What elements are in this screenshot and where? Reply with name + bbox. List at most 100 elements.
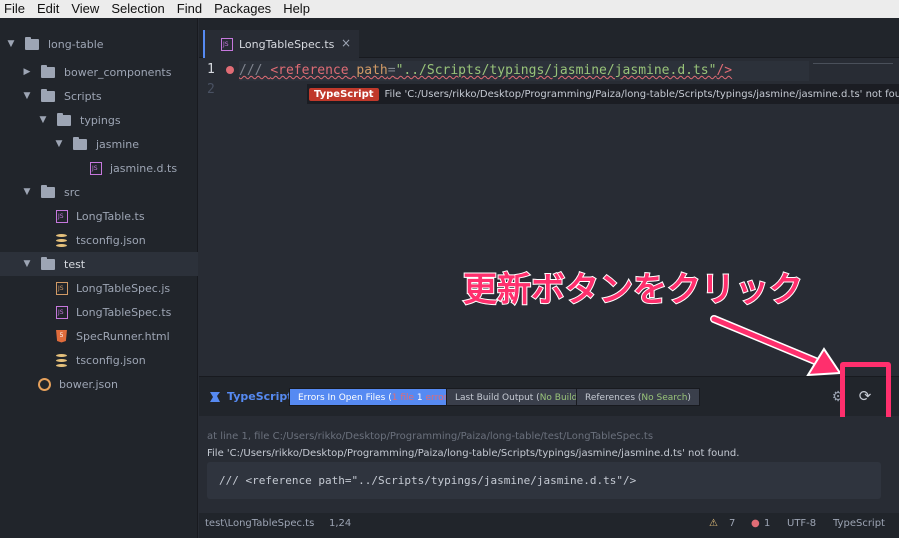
- folder-icon: [57, 112, 71, 126]
- tree-item-label: src: [64, 185, 81, 199]
- tab-longtablespec[interactable]: JS LongTableSpec.ts ×: [203, 30, 359, 58]
- tree-item-longtablespec-ts[interactable]: JS LongTableSpec.ts: [0, 300, 198, 324]
- database-icon: [56, 353, 67, 367]
- error-message: File 'C:/Users/rikko/Desktop/Programming…: [207, 448, 740, 459]
- status-error-count[interactable]: 1: [764, 518, 770, 529]
- panel-title-text: TypeScript: [227, 390, 293, 403]
- code-token: />: [716, 63, 733, 78]
- menu-edit[interactable]: Edit: [37, 0, 59, 18]
- line-number: 1: [207, 62, 215, 77]
- menu-bar: File Edit View Selection Find Packages H…: [0, 0, 899, 18]
- warning-icon[interactable]: ⚠: [709, 518, 718, 529]
- button-label: file: [397, 393, 417, 403]
- status-warning-count[interactable]: 7: [729, 518, 735, 529]
- button-label: References (: [585, 393, 642, 403]
- tree-item-label: LongTableSpec.ts: [76, 305, 172, 319]
- annotation-caption: 更新ボタンをクリック: [462, 269, 804, 311]
- typescript-panel-body: at line 1, file C:/Users/rikko/Desktop/P…: [199, 417, 899, 513]
- tree-item-test[interactable]: ▼ test: [0, 252, 198, 276]
- menu-view[interactable]: View: [71, 0, 99, 18]
- tree-item-jasmine-d-ts[interactable]: JS jasmine.d.ts: [0, 156, 198, 180]
- tree-root-label: long-table: [48, 37, 104, 51]
- folder-icon: [41, 64, 55, 78]
- code-token: <reference: [270, 63, 349, 78]
- chevron-down-icon: ▼: [55, 139, 63, 149]
- tree-item-label: tsconfig.json: [76, 353, 146, 367]
- status-bar: test\LongTableSpec.ts 1,24 ⚠ 7 ● 1 UTF-8…: [199, 513, 899, 538]
- status-encoding[interactable]: UTF-8: [787, 518, 816, 529]
- status-grammar[interactable]: TypeScript: [833, 518, 885, 529]
- close-icon[interactable]: ×: [341, 36, 351, 50]
- tree-item-src[interactable]: ▼ src: [0, 180, 198, 204]
- error-tooltip: TypeScript File 'C:/Users/rikko/Desktop/…: [307, 84, 899, 104]
- code-token: ///: [239, 63, 271, 78]
- tooltip-badge: TypeScript: [309, 87, 379, 101]
- chevron-down-icon: ▼: [23, 91, 31, 101]
- typescript-file-icon: JS: [221, 37, 233, 51]
- wrap-guide: [813, 63, 893, 81]
- tree-item-tsconfig-test[interactable]: tsconfig.json: [0, 348, 198, 372]
- typescript-file-icon: JS: [56, 209, 68, 223]
- tree-root[interactable]: ▼ long-table: [0, 32, 198, 56]
- typescript-file-icon: JS: [56, 305, 68, 319]
- tree-view: ▼ long-table ▶ bower_components ▼ Script…: [0, 18, 198, 538]
- typescript-panel-header: TypeScript Errors In Open Files (1 file …: [199, 376, 899, 416]
- code-token: "../Scripts/typings/jasmine/jasmine.d.ts…: [395, 63, 717, 78]
- menu-find[interactable]: Find: [177, 0, 202, 18]
- database-icon: [56, 233, 67, 247]
- tree-item-bower-components[interactable]: ▶ bower_components: [0, 60, 198, 84]
- errors-in-open-files-button[interactable]: Errors In Open Files (1 file 1 error): [289, 388, 460, 406]
- menu-help[interactable]: Help: [283, 0, 310, 18]
- tab-label: LongTableSpec.ts: [239, 37, 335, 51]
- tree-item-label: jasmine: [96, 137, 140, 151]
- tree-item-jasmine[interactable]: ▼ jasmine: [0, 132, 198, 156]
- tree-item-tsconfig-src[interactable]: tsconfig.json: [0, 228, 198, 252]
- folder-icon: [25, 36, 39, 50]
- tree-item-label: bower_components: [64, 65, 172, 79]
- chevron-down-icon: ▼: [7, 39, 15, 49]
- folder-icon: [41, 184, 55, 198]
- button-label: Last Build Output (: [455, 393, 540, 403]
- folder-icon: [41, 256, 55, 270]
- menu-packages[interactable]: Packages: [214, 0, 271, 18]
- tree-item-label: LongTableSpec.js: [76, 281, 171, 295]
- references-button[interactable]: References (No Search): [576, 388, 700, 406]
- chevron-right-icon: ▶: [23, 67, 31, 77]
- tree-item-scripts[interactable]: ▼ Scripts: [0, 84, 198, 108]
- tree-item-specrunner-html[interactable]: 5 SpecRunner.html: [0, 324, 198, 348]
- tab-bar: JS LongTableSpec.ts ×: [199, 18, 899, 58]
- code-token: =: [387, 63, 396, 78]
- menu-file[interactable]: File: [4, 0, 25, 18]
- tree-item-bower-json[interactable]: bower.json: [0, 372, 198, 396]
- code-line[interactable]: /// <reference path="../Scripts/typings/…: [239, 61, 809, 81]
- folder-icon: [73, 136, 87, 150]
- menu-selection[interactable]: Selection: [111, 0, 164, 18]
- panel-title: TypeScript: [209, 390, 292, 403]
- chevron-down-icon: ▼: [23, 259, 31, 269]
- references-status: No Search: [641, 393, 688, 403]
- tree-item-typings[interactable]: ▼ typings: [0, 108, 198, 132]
- tooltip-text: File 'C:/Users/rikko/Desktop/Programming…: [384, 88, 899, 100]
- tree-item-label: jasmine.d.ts: [110, 161, 178, 175]
- build-status: No Build: [539, 393, 578, 403]
- button-label: ): [687, 393, 691, 403]
- annotation-arrow-icon: [710, 315, 842, 377]
- chevron-down-icon: ▼: [23, 187, 31, 197]
- error-marker-icon: [226, 66, 234, 74]
- tree-item-label: typings: [80, 113, 121, 127]
- tree-item-label: test: [64, 257, 86, 271]
- typescript-logo-icon: [210, 391, 220, 402]
- folder-icon: [41, 88, 55, 102]
- html5-icon: 5: [56, 329, 67, 343]
- error-location[interactable]: at line 1, file C:/Users/rikko/Desktop/P…: [207, 431, 653, 442]
- tree-item-longtablespec-js[interactable]: JS LongTableSpec.js: [0, 276, 198, 300]
- error-dot-icon[interactable]: ●: [751, 518, 760, 529]
- tree-item-label: tsconfig.json: [76, 233, 146, 247]
- bower-icon: [38, 377, 51, 391]
- tree-item-label: Scripts: [64, 89, 102, 103]
- tree-item-label: LongTable.ts: [76, 209, 145, 223]
- status-file-path[interactable]: test\LongTableSpec.ts: [205, 518, 314, 529]
- last-build-output-button[interactable]: Last Build Output (No Build): [446, 388, 590, 406]
- tree-item-longtable-ts[interactable]: JS LongTable.ts: [0, 204, 198, 228]
- status-cursor-position[interactable]: 1,24: [329, 518, 351, 529]
